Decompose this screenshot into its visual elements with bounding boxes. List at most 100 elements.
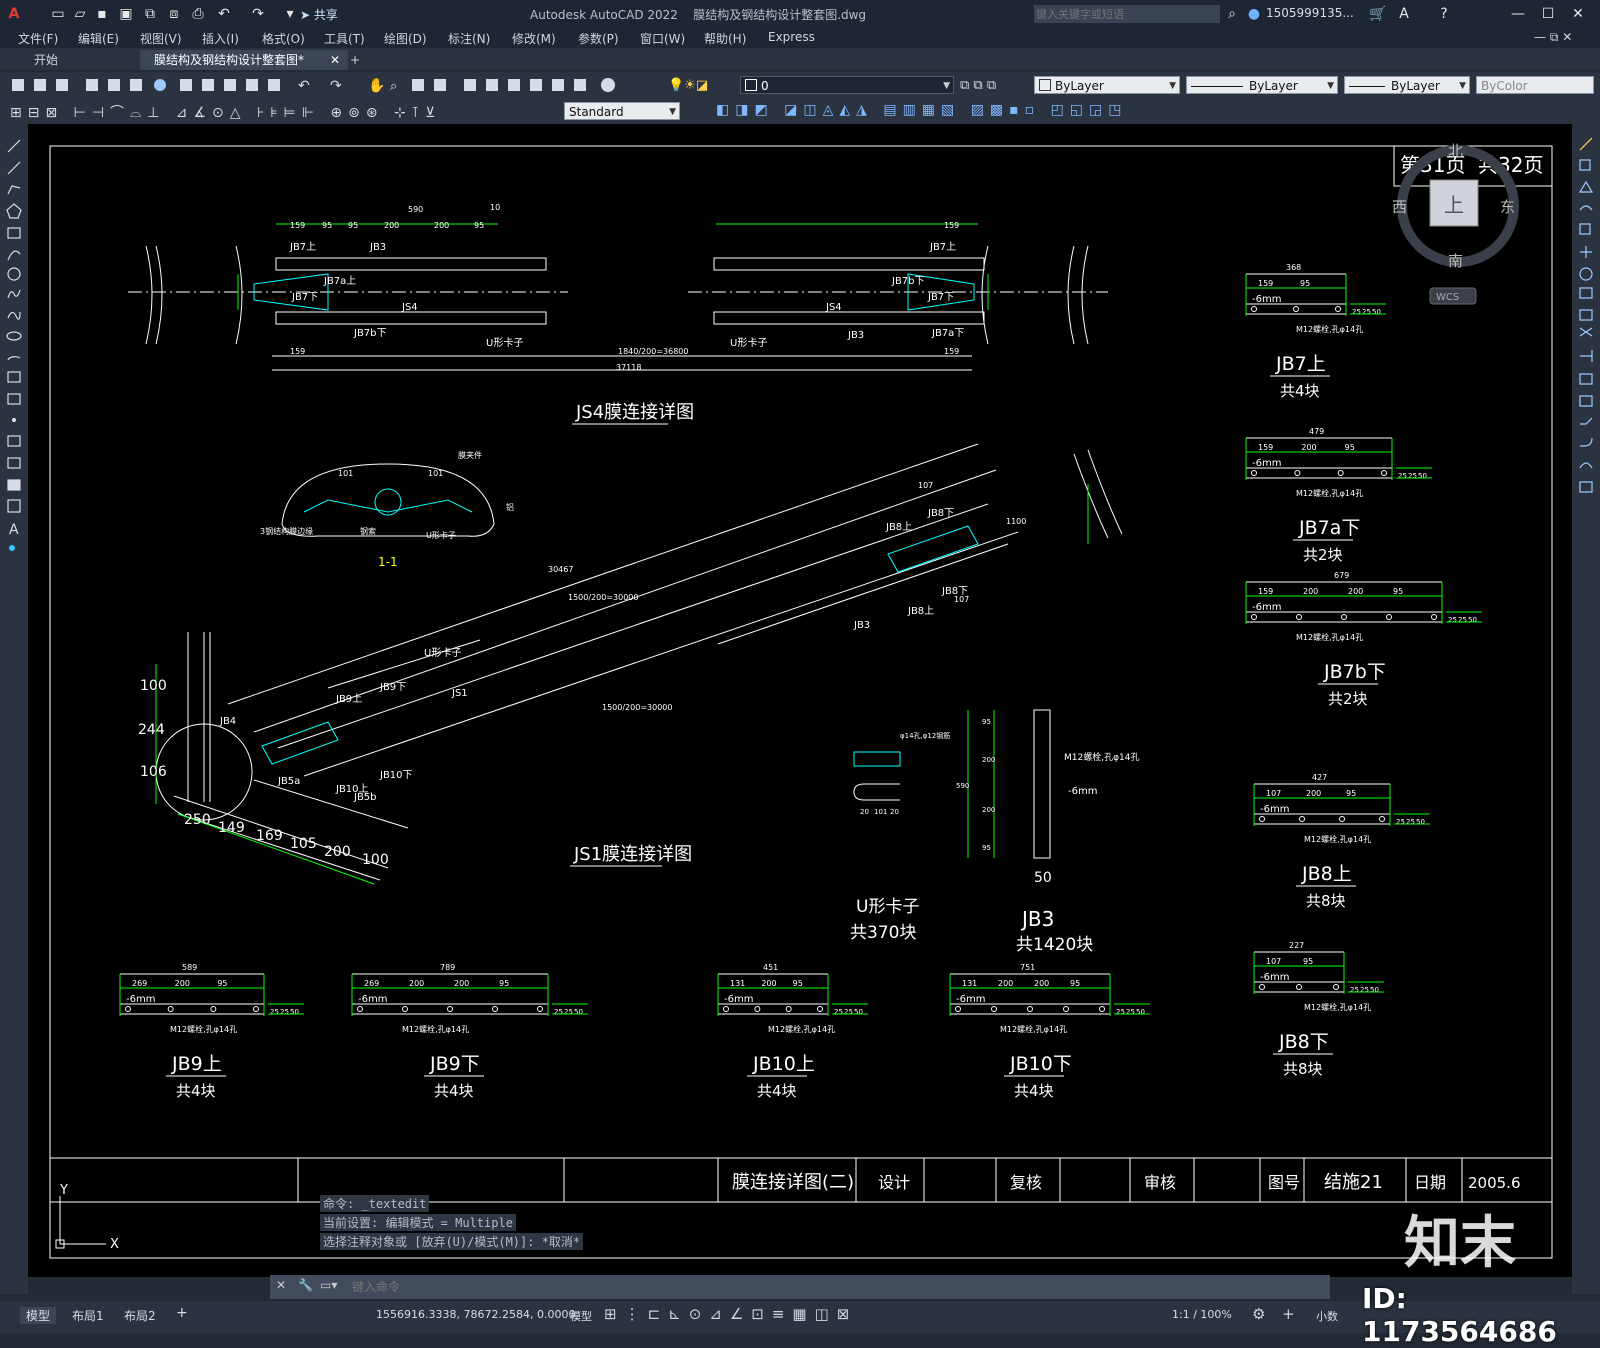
tb-help-icon[interactable] [601, 78, 615, 92]
search-input[interactable] [1034, 5, 1218, 23]
polygon-icon[interactable] [6, 203, 22, 219]
tb-properties-icon[interactable] [464, 79, 476, 91]
add-selected-icon[interactable] [9, 545, 15, 551]
rectangle-icon[interactable] [7, 227, 21, 239]
rotate-icon[interactable] [1579, 267, 1593, 281]
tb-save-icon[interactable] [56, 79, 68, 91]
layer-dropdown[interactable]: 0 ▼ [740, 76, 954, 94]
tb-copy-icon[interactable] [202, 79, 214, 91]
ellipse-arc-icon[interactable] [7, 356, 21, 361]
recent-commands-icon[interactable]: ▭▾ [320, 1278, 337, 1292]
extend-icon[interactable] [1580, 350, 1593, 362]
save-as-icon[interactable]: ▣ [116, 4, 136, 24]
tb-publish-icon[interactable] [130, 79, 142, 91]
search-icon[interactable]: ⌕ [1222, 4, 1242, 24]
scale-icon[interactable] [1579, 287, 1593, 299]
join-icon[interactable] [1579, 395, 1593, 407]
tb-new-icon[interactable] [12, 79, 24, 91]
new-icon[interactable]: ▭ [48, 4, 68, 24]
command-input[interactable] [350, 1278, 1314, 1296]
save-web-icon[interactable]: ⧈ [164, 4, 184, 24]
maximize-icon[interactable]: ☐ [1538, 4, 1558, 24]
tb-sheetset-icon[interactable] [530, 79, 542, 91]
user-icon[interactable]: ● [1244, 4, 1264, 24]
autodesk-a360-icon[interactable]: A [1394, 4, 1414, 24]
tb-3d-icon[interactable] [154, 79, 166, 91]
tb-plot-icon[interactable] [86, 79, 98, 91]
polyline-icon[interactable] [7, 185, 21, 195]
plot-icon[interactable]: ⎙ [188, 4, 208, 24]
tab-layout2[interactable]: 布局2 [124, 1307, 156, 1324]
autocad-logo-icon[interactable]: A [4, 4, 24, 24]
model-space-toggle[interactable]: 模型 [570, 1308, 592, 1324]
tb-zoomwin-icon[interactable] [412, 79, 424, 91]
customize-icon[interactable]: 🔧 [298, 1278, 313, 1292]
menu-insert[interactable]: 插入(I) [202, 30, 239, 47]
tb-matchprop-icon[interactable] [246, 79, 258, 91]
tab-start[interactable]: 开始 [20, 50, 72, 70]
standard-toolbar-icons[interactable]: ↶ ↷ ✋ ⌕ [8, 76, 648, 94]
undo-icon[interactable]: ↶ [214, 4, 234, 24]
erase-icon[interactable] [1579, 137, 1593, 151]
dimension-tool-icons[interactable]: ⊞⊟⊠ ⊢⊣⌒⌓⊥ ⊿∡⊙△ ⊦⊧⊨⊩ ⊕⊚⊛ ⊹⊺⊻ [10, 102, 441, 122]
coordinate-readout[interactable]: 1556916.3338, 78672.2584, 0.0000 [376, 1308, 575, 1321]
plotstyle-dropdown[interactable]: ByColor [1476, 76, 1594, 94]
units-display[interactable]: 小数 [1316, 1308, 1338, 1324]
tab-layout1[interactable]: 布局1 [72, 1307, 104, 1324]
spline-icon[interactable] [7, 311, 21, 320]
viewcube-south[interactable]: 南 [1448, 252, 1463, 270]
tb-zoom-icon[interactable]: ⌕ [390, 79, 397, 94]
lineweight-dropdown[interactable]: ByLayer ▼ [1344, 76, 1470, 94]
tb-toolpalettes-icon[interactable] [508, 79, 520, 91]
open-web-icon[interactable]: ⧉ [140, 4, 160, 24]
menu-draw[interactable]: 绘图(D) [384, 30, 427, 47]
viewcube-east[interactable]: 东 [1500, 198, 1515, 216]
offset-icon[interactable] [1579, 205, 1593, 211]
close-icon[interactable]: ✕ [276, 1278, 286, 1292]
layer-tools-icons[interactable]: ⧉ ⧉ ⧉ [960, 78, 996, 93]
search-box[interactable] [1034, 5, 1220, 23]
mirror-icon[interactable] [1578, 180, 1594, 193]
break-icon[interactable] [1579, 373, 1593, 385]
explode-icon[interactable] [1579, 481, 1593, 493]
user-name[interactable]: 1505999135... [1266, 6, 1354, 20]
modify-tool-icons-right[interactable] [1572, 124, 1600, 524]
revcloud-icon[interactable] [7, 289, 21, 299]
customize-dropdown-icon[interactable]: ▾ [280, 4, 300, 24]
xline-icon[interactable] [7, 161, 21, 175]
viewcube-west[interactable]: 西 [1392, 198, 1407, 216]
cart-icon[interactable]: 🛒 [1368, 4, 1388, 24]
cad-drawing[interactable]: 膜连接详图(二) 设计 复核 审核 图号 结施21 日期 2005.6 第31页… [28, 124, 1572, 1277]
point-icon[interactable] [11, 417, 17, 423]
blend-icon[interactable] [1579, 462, 1593, 469]
add-layout-button[interactable]: + [176, 1305, 188, 1321]
tb-open-icon[interactable] [34, 79, 46, 91]
linetype-dropdown[interactable]: ByLayer ▼ [1186, 76, 1338, 94]
stretch-icon[interactable] [1579, 309, 1593, 321]
tb-calc-icon[interactable] [574, 79, 586, 91]
mtext-icon[interactable]: A [9, 522, 19, 538]
menu-help[interactable]: 帮助(H) [704, 30, 746, 47]
tab-add-button[interactable]: + [336, 50, 374, 70]
menu-express[interactable]: Express [768, 30, 815, 44]
tb-zoomprev-icon[interactable] [434, 79, 446, 91]
menu-tools[interactable]: 工具(T) [324, 30, 365, 47]
tb-undo-icon[interactable]: ↶ [298, 78, 310, 94]
textstyle-dropdown[interactable]: Standard ▼ [564, 102, 680, 120]
circle-icon[interactable] [7, 267, 21, 281]
tb-redo-icon[interactable]: ↷ [330, 78, 342, 94]
table-icon[interactable] [7, 499, 21, 513]
layer-state-icons[interactable]: 💡☀◪ [668, 78, 708, 93]
tb-preview-icon[interactable] [108, 79, 120, 91]
arc-icon[interactable] [7, 250, 21, 261]
menu-view[interactable]: 视图(V) [140, 30, 182, 47]
viewcube-north[interactable]: 北 [1448, 142, 1463, 160]
minimize-icon[interactable]: — [1508, 4, 1528, 24]
menu-edit[interactable]: 编辑(E) [78, 30, 119, 47]
color-dropdown[interactable]: ByLayer ▼ [1034, 76, 1180, 94]
region-icon[interactable] [7, 479, 21, 491]
tb-blockeditor-icon[interactable] [268, 79, 280, 91]
tab-model[interactable]: 模型 [20, 1307, 57, 1324]
menu-parameters[interactable]: 参数(P) [578, 30, 619, 47]
drafting-toggles-icons[interactable]: ⊞⋮⊏⊾⊙⊿∠⊡≡▦◫⊠ [604, 1305, 857, 1323]
